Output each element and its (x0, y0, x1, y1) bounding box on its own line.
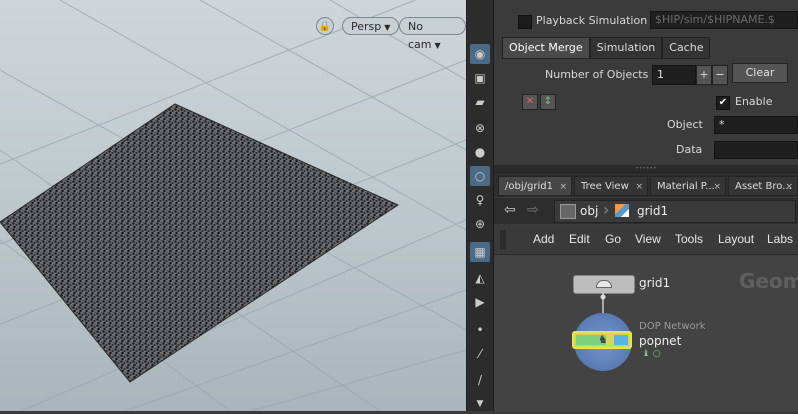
pane-splitter[interactable]: •••••• (494, 165, 798, 172)
pen-icon[interactable]: / (470, 370, 490, 390)
node-status-icons: ♝ ○ (642, 349, 661, 359)
tab-asset-browser[interactable]: Asset Bro... × (728, 176, 798, 196)
geometry-icon (615, 204, 629, 217)
tab-label: Asset Bro... (735, 181, 792, 192)
menu-labs[interactable]: Labs (767, 232, 793, 246)
tab-label: Material P... (657, 181, 715, 192)
menu-edit[interactable]: Edit (569, 232, 590, 246)
snap-icon[interactable]: ⊗ (470, 118, 490, 138)
enable-checkbox[interactable]: ✔ (716, 96, 730, 110)
pane-tabs: /obj/grid1 × Tree View × Material P... × As… (494, 172, 798, 197)
remove-object-button[interactable]: − (712, 65, 728, 85)
bulb-icon[interactable]: ♀ (470, 190, 490, 210)
brush-icon[interactable]: ⁄ (470, 344, 490, 364)
playback-path-field[interactable]: $HIP/sim/$HIPNAME.$ (650, 11, 798, 29)
camera-mode-label: Persp (351, 20, 382, 33)
breadcrumb: obj › grid1 (554, 200, 796, 223)
breadcrumb-obj[interactable]: obj (580, 204, 598, 218)
camera-mode-menu[interactable]: Persp ▼ (342, 17, 400, 35)
back-arrow-icon[interactable]: ⇦ (504, 202, 516, 218)
menu-go[interactable]: Go (605, 232, 621, 246)
chevron-down-icon: ▼ (384, 23, 391, 32)
tab-label: /obj/grid1 (505, 181, 553, 192)
close-icon[interactable]: × (559, 177, 567, 197)
object-label: Object (667, 118, 703, 131)
particle-grid-geometry (0, 103, 400, 383)
object-field[interactable]: * (714, 116, 798, 134)
enable-label: Enable (735, 95, 773, 108)
tab-simulation[interactable]: Simulation (589, 37, 663, 59)
menu-add[interactable]: Add (533, 232, 554, 246)
chevron-down-icon[interactable]: ▼ (470, 394, 490, 414)
network-editor[interactable]: Geom grid1 ♞ DOP Network popnet ♝ ○ (494, 254, 798, 412)
close-icon[interactable]: × (785, 177, 793, 197)
tab-cache[interactable]: Cache (662, 37, 711, 59)
parameter-tabs: Object Merge Simulation Cache (502, 37, 711, 59)
playback-simulation-label: Playback Simulation (536, 14, 648, 27)
tab-object-merge[interactable]: Object Merge (502, 37, 590, 59)
tab-obj-grid1[interactable]: /obj/grid1 × (498, 176, 572, 196)
lock-view-button[interactable]: 🔒 (316, 17, 334, 35)
data-label: Data (676, 143, 703, 156)
menu-view[interactable]: View (635, 232, 661, 246)
move-entry-icon[interactable]: ↕ (540, 94, 556, 110)
parameter-pane: Playback Simulation $HIP/sim/$HIPNAME.$ … (494, 0, 798, 165)
camera-menu[interactable]: No cam ▼ (399, 17, 466, 51)
dop-icon: ♞ (598, 333, 608, 346)
tab-label: Tree View (581, 181, 629, 192)
viewport-toolbar: ◉ ▣ ▰ ⊗ ● ○ ♀ ⊕ ▦ ◭ ▶ • ⁄ / ▼ (466, 0, 494, 411)
menu-layout[interactable]: Layout (718, 232, 754, 246)
sphere-icon[interactable]: ● (470, 142, 490, 162)
number-of-objects-label: Number of Objects (545, 68, 649, 81)
number-of-objects-field[interactable]: 1 (652, 65, 696, 85)
scene-viewport[interactable]: 🔒 Persp ▼ No cam ▼ (0, 0, 466, 411)
chevron-down-icon: ▼ (434, 41, 441, 50)
data-field[interactable] (714, 141, 798, 159)
breadcrumb-grid1[interactable]: grid1 (637, 204, 668, 218)
chevron-right-icon: › (603, 200, 610, 219)
path-bar: ⇦ ⇨ obj › grid1 (494, 198, 798, 224)
node-popnet[interactable]: ♞ (572, 331, 632, 349)
forward-arrow-icon[interactable]: ⇨ (527, 202, 539, 218)
node-type-popnet: DOP Network (639, 321, 706, 332)
add-light-icon[interactable]: ⊕ (470, 214, 490, 234)
close-icon[interactable]: × (713, 177, 721, 197)
tab-tree-view[interactable]: Tree View × (574, 176, 648, 196)
close-icon[interactable]: × (635, 177, 643, 197)
remove-entry-icon[interactable]: ✕ (522, 94, 538, 110)
light-icon[interactable]: ○ (470, 166, 490, 186)
viewport-scene (0, 0, 466, 411)
tab-material-palette[interactable]: Material P... × (650, 176, 726, 196)
node-label-popnet: popnet (639, 334, 682, 348)
menu-handle[interactable] (500, 230, 506, 249)
right-pane: Playback Simulation $HIP/sim/$HIPNAME.$ … (494, 0, 798, 412)
dot-icon[interactable]: • (470, 320, 490, 340)
network-menu-bar: Add Edit Go View Tools Layout Labs (494, 227, 798, 253)
camera-icon[interactable]: ▦ (470, 242, 490, 262)
obj-network-icon (560, 204, 576, 219)
playback-simulation-checkbox[interactable] (518, 15, 532, 29)
clear-button[interactable]: Clear (732, 63, 788, 83)
render-icon[interactable]: ▶ (470, 292, 490, 312)
add-object-button[interactable]: + (696, 65, 712, 85)
lock-icon: 🔒 (318, 21, 332, 32)
eye-icon[interactable]: ◉ (470, 44, 490, 64)
lock-icon[interactable]: ▰ (470, 92, 490, 112)
visibility-icon[interactable]: ◭ (470, 268, 490, 288)
menu-tools[interactable]: Tools (675, 232, 703, 246)
display-icon[interactable]: ▣ (470, 68, 490, 88)
node-flag (614, 335, 628, 345)
